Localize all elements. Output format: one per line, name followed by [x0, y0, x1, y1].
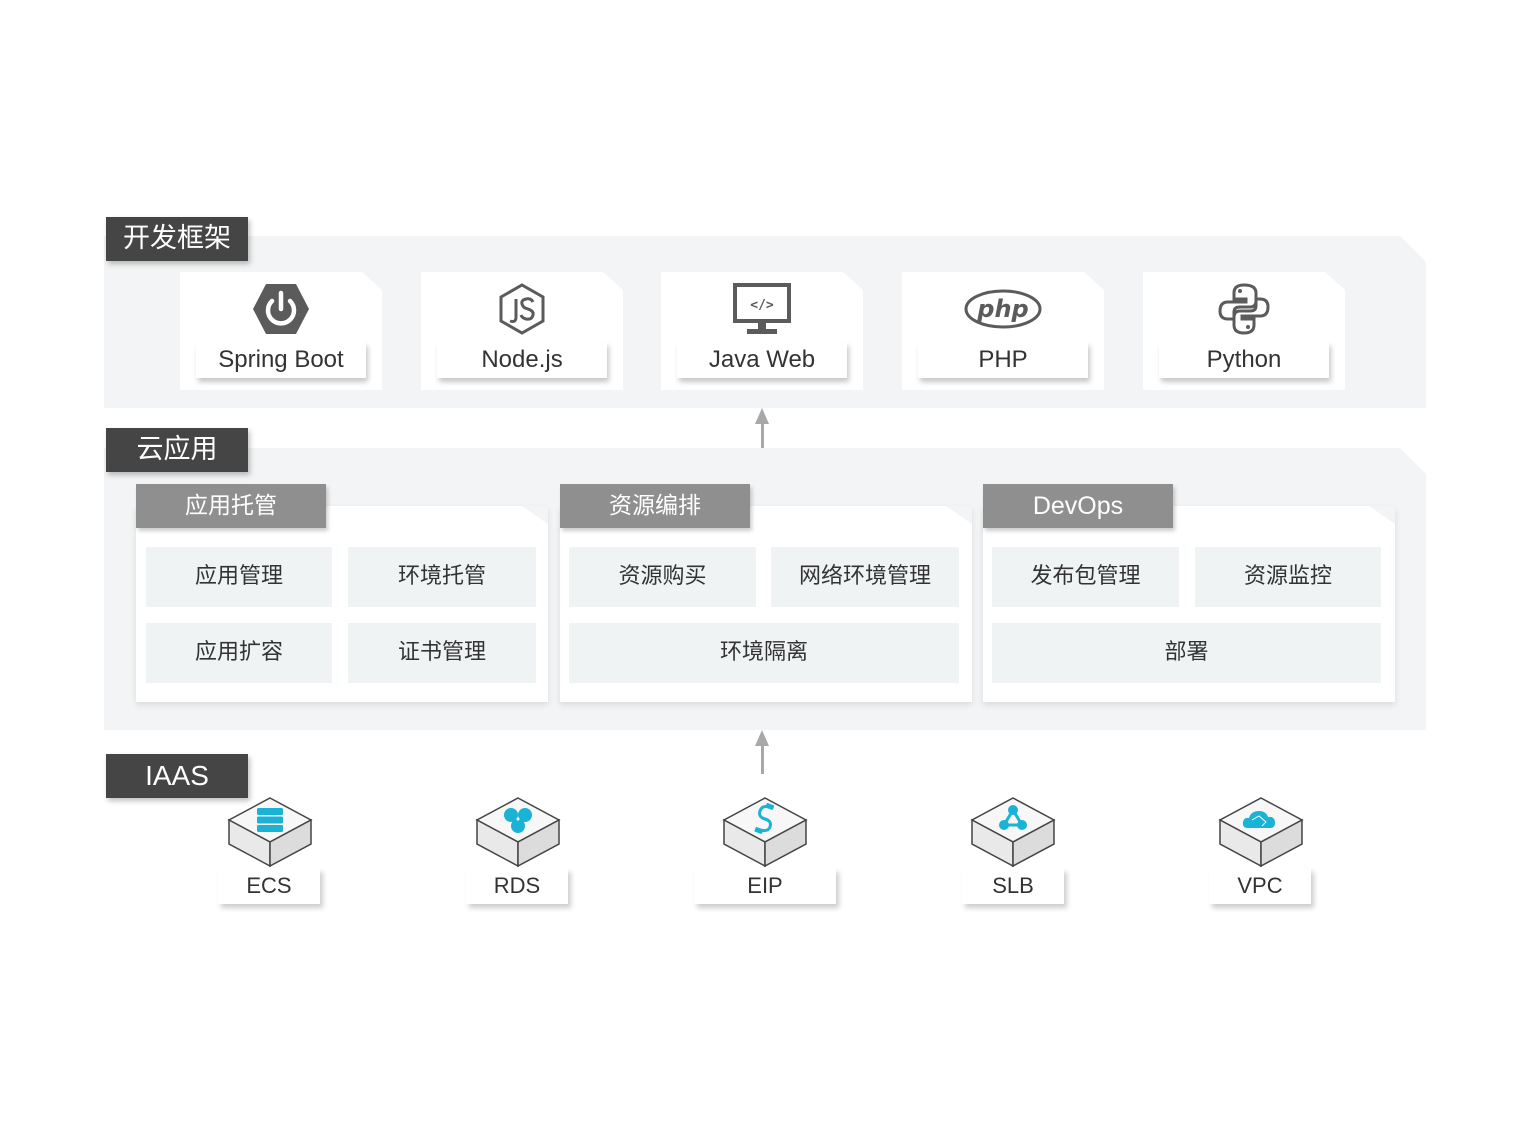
feature-cell[interactable]: 网络环境管理: [771, 547, 959, 607]
java-web-monitor-icon: </>: [661, 280, 863, 338]
framework-card-php[interactable]: php PHP: [902, 272, 1104, 390]
iaas-label: ECS: [218, 868, 320, 904]
server-icon: [227, 797, 313, 868]
framework-label: Node.js: [437, 342, 607, 378]
arrow-up-icon: [755, 730, 769, 774]
load-balancer-icon: [970, 797, 1056, 868]
spring-boot-icon: [180, 280, 382, 338]
feature-cell[interactable]: 证书管理: [348, 623, 536, 683]
arrow-up-icon: [755, 408, 769, 450]
database-icon: [475, 797, 561, 868]
iaas-label: SLB: [962, 868, 1064, 904]
feature-cell[interactable]: 环境托管: [348, 547, 536, 607]
framework-label: Python: [1159, 342, 1329, 378]
nodejs-icon: [421, 280, 623, 338]
python-icon: [1143, 280, 1345, 338]
cable-icon: [722, 797, 808, 868]
framework-card-spring-boot[interactable]: Spring Boot: [180, 272, 382, 390]
cloud-network-icon: [1218, 797, 1304, 868]
iaas-label: RDS: [466, 868, 568, 904]
framework-card-java-web[interactable]: </> Java Web: [661, 272, 863, 390]
framework-label: PHP: [918, 342, 1088, 378]
iaas-layer-title: IAAS: [106, 754, 248, 798]
feature-cell[interactable]: 发布包管理: [992, 547, 1179, 607]
group-title: 应用托管: [136, 484, 326, 528]
svg-text:php: php: [976, 295, 1028, 323]
iaas-label: EIP: [694, 868, 836, 904]
group-title: 资源编排: [560, 484, 750, 528]
feature-cell[interactable]: 应用扩容: [146, 623, 332, 683]
framework-label: Spring Boot: [196, 342, 366, 378]
framework-card-python[interactable]: Python: [1143, 272, 1345, 390]
framework-card-nodejs[interactable]: Node.js: [421, 272, 623, 390]
group-title: DevOps: [983, 484, 1173, 528]
feature-cell[interactable]: 部署: [992, 623, 1381, 683]
framework-label: Java Web: [677, 342, 847, 378]
feature-cell[interactable]: 资源购买: [569, 547, 756, 607]
feature-cell[interactable]: 环境隔离: [569, 623, 959, 683]
feature-cell[interactable]: 应用管理: [146, 547, 332, 607]
cloud-app-layer-title: 云应用: [106, 428, 248, 472]
php-icon: php: [902, 280, 1104, 338]
svg-text:</>: </>: [750, 298, 774, 313]
framework-layer-title: 开发框架: [106, 217, 248, 261]
iaas-label: VPC: [1209, 868, 1311, 904]
feature-cell[interactable]: 资源监控: [1195, 547, 1381, 607]
